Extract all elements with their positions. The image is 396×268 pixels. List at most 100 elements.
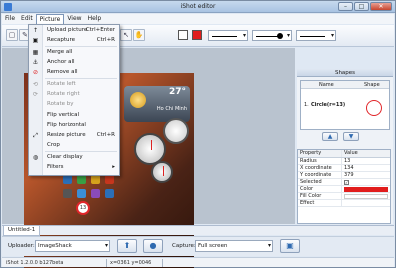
weather-gadget: 27° Ho Chi Minh	[124, 86, 190, 122]
chevron-down-icon: ▾	[330, 32, 334, 39]
menu-item-flip-vertical[interactable]: Flip vertical	[29, 111, 119, 120]
app-icon	[63, 189, 72, 198]
menu-edit[interactable]: Edit	[18, 14, 36, 24]
document-tabs: Untitled-1	[2, 225, 394, 236]
line-style-dropdown[interactable]: ▾	[208, 30, 248, 41]
shapes-list: Name Shape 1. Circle(r=13)	[300, 80, 390, 130]
tab-untitled-1[interactable]: Untitled-1	[3, 226, 41, 236]
stroke-color-swatch[interactable]	[178, 30, 188, 40]
property-value[interactable]: ✓	[342, 179, 390, 185]
shape-name: Circle(r=13)	[311, 102, 346, 108]
close-button[interactable]: ✕	[370, 2, 392, 11]
menu-item-clear-display[interactable]: ◍ Clear display	[29, 153, 119, 162]
minimize-button[interactable]: –	[338, 2, 353, 11]
move-down-button[interactable]: ▼	[343, 132, 359, 141]
weather-city: Ho Chi Minh	[156, 106, 187, 112]
menu-item-filters[interactable]: Filters ▸	[29, 163, 119, 172]
property-value[interactable]	[342, 186, 390, 192]
camera-icon: ▣	[286, 241, 294, 250]
window-title: iShot editor	[180, 3, 216, 10]
select-tool-icon[interactable]: ▢	[6, 29, 18, 41]
property-row[interactable]: Selected ✓	[298, 179, 390, 186]
property-name: X coordinate	[298, 165, 342, 171]
line-end-dropdown[interactable]: ▾	[296, 30, 336, 41]
property-value[interactable]: 13	[342, 158, 390, 164]
menu-item-anchor-all[interactable]: ⚓ Anchor all	[29, 58, 119, 67]
weather-temperature: 27°	[168, 87, 186, 97]
menu-item-label: Rotate by	[47, 101, 74, 107]
status-bar: iShot 1.2.0.0 b127beta x=0361 y=0046	[2, 257, 394, 267]
property-row[interactable]: Color	[298, 186, 390, 193]
property-row[interactable]: X coordinate 134	[298, 165, 390, 172]
submenu-arrow-icon: ▸	[112, 164, 115, 170]
property-value[interactable]	[342, 200, 390, 206]
menu-item-flip-horizontal[interactable]: Flip horizontal	[29, 121, 119, 130]
menu-shortcut: Ctrl+Enter	[85, 27, 115, 33]
color-swatch[interactable]	[344, 187, 388, 192]
menu-item-merge-all[interactable]: ▦ Merge all	[29, 48, 119, 57]
menu-file[interactable]: File	[2, 14, 18, 24]
capture-value: Full screen	[198, 243, 228, 249]
menu-item-resize-picture[interactable]: ⤢ Resize picture Ctrl+R	[29, 131, 119, 140]
property-name: Selected	[298, 179, 342, 185]
menu-item-label: Resize picture	[47, 132, 86, 138]
list-item[interactable]: 1. Circle(r=13)	[301, 90, 389, 130]
property-name: Radius	[298, 158, 342, 164]
circle-shape[interactable]: 13	[76, 201, 90, 215]
arrow-tool-icon[interactable]: ↖	[120, 29, 132, 41]
recapture-icon: ▣	[32, 37, 39, 44]
menu-item-label: Clear display	[47, 154, 83, 160]
upload-icon: ↑	[32, 27, 39, 34]
line-width-dropdown[interactable]: ▾	[252, 30, 292, 41]
shapes-panel-title: Shapes	[297, 69, 393, 77]
uploader-select[interactable]: ImageShack ▾	[35, 240, 110, 252]
menu-item-crop[interactable]: Crop	[29, 141, 119, 150]
maximize-button[interactable]: □	[354, 2, 369, 11]
cancel-upload-button[interactable]: ●	[143, 239, 163, 253]
property-row[interactable]: Fill Color	[298, 193, 390, 200]
property-name: Y coordinate	[298, 172, 342, 178]
selected-checkbox[interactable]: ✓	[344, 180, 349, 185]
menu-item-label: Filters	[47, 164, 64, 170]
hand-tool-icon[interactable]: ✋	[133, 29, 145, 41]
capture-button[interactable]: ▣	[280, 239, 300, 253]
move-up-button[interactable]: ▲	[322, 132, 338, 141]
menu-picture[interactable]: Picture	[35, 14, 65, 24]
property-name: Effect	[298, 200, 342, 206]
menu-item-recapture[interactable]: ▣ Recapture Ctrl+R	[29, 36, 119, 45]
upload-button[interactable]: ⬆	[117, 239, 137, 253]
clear-icon: ◍	[32, 154, 39, 161]
capture-select[interactable]: Full screen ▾	[195, 240, 273, 252]
menu-item-rotate-right[interactable]: ⟳ Rotate right	[29, 90, 119, 99]
property-value[interactable]: 379	[342, 172, 390, 178]
fill-color-swatch[interactable]	[344, 194, 388, 199]
menu-shortcut: Ctrl+R	[96, 37, 115, 43]
menu-item-label: Rotate left	[47, 81, 76, 87]
menu-item-upload-picture[interactable]: ↑ Upload picture Ctrl+Enter	[29, 26, 119, 35]
property-row[interactable]: Effect	[298, 200, 390, 207]
meter-gadget-icon	[151, 161, 173, 183]
menu-help[interactable]: Help	[85, 14, 105, 24]
menu-separator	[45, 46, 117, 47]
property-row[interactable]: Radius 13	[298, 158, 390, 165]
fill-color-swatch[interactable]	[192, 30, 202, 40]
menu-item-label: Rotate right	[47, 91, 80, 97]
menu-item-label: Flip horizontal	[47, 122, 86, 128]
property-row[interactable]: Y coordinate 379	[298, 172, 390, 179]
anchor-icon: ⚓	[32, 59, 39, 66]
app-icon	[105, 189, 114, 198]
menu-item-label: Anchor all	[47, 59, 75, 65]
menu-view[interactable]: View	[64, 14, 84, 24]
title-bar: iShot editor – □ ✕	[1, 1, 395, 13]
resize-icon: ⤢	[33, 132, 38, 139]
chevron-down-icon: ▾	[286, 32, 290, 39]
property-value[interactable]	[342, 193, 390, 199]
remove-icon: ⊘	[32, 69, 39, 76]
picture-menu-dropdown: ↑ Upload picture Ctrl+Enter ▣ Recapture …	[28, 24, 120, 176]
menu-item-rotate-by[interactable]: Rotate by	[29, 100, 119, 109]
menu-item-label: Crop	[47, 142, 60, 148]
property-value[interactable]: 134	[342, 165, 390, 171]
menu-item-label: Upload picture	[47, 27, 88, 33]
menu-item-remove-all[interactable]: ⊘ Remove all	[29, 68, 119, 77]
menu-item-rotate-left[interactable]: ⟲ Rotate left	[29, 80, 119, 89]
